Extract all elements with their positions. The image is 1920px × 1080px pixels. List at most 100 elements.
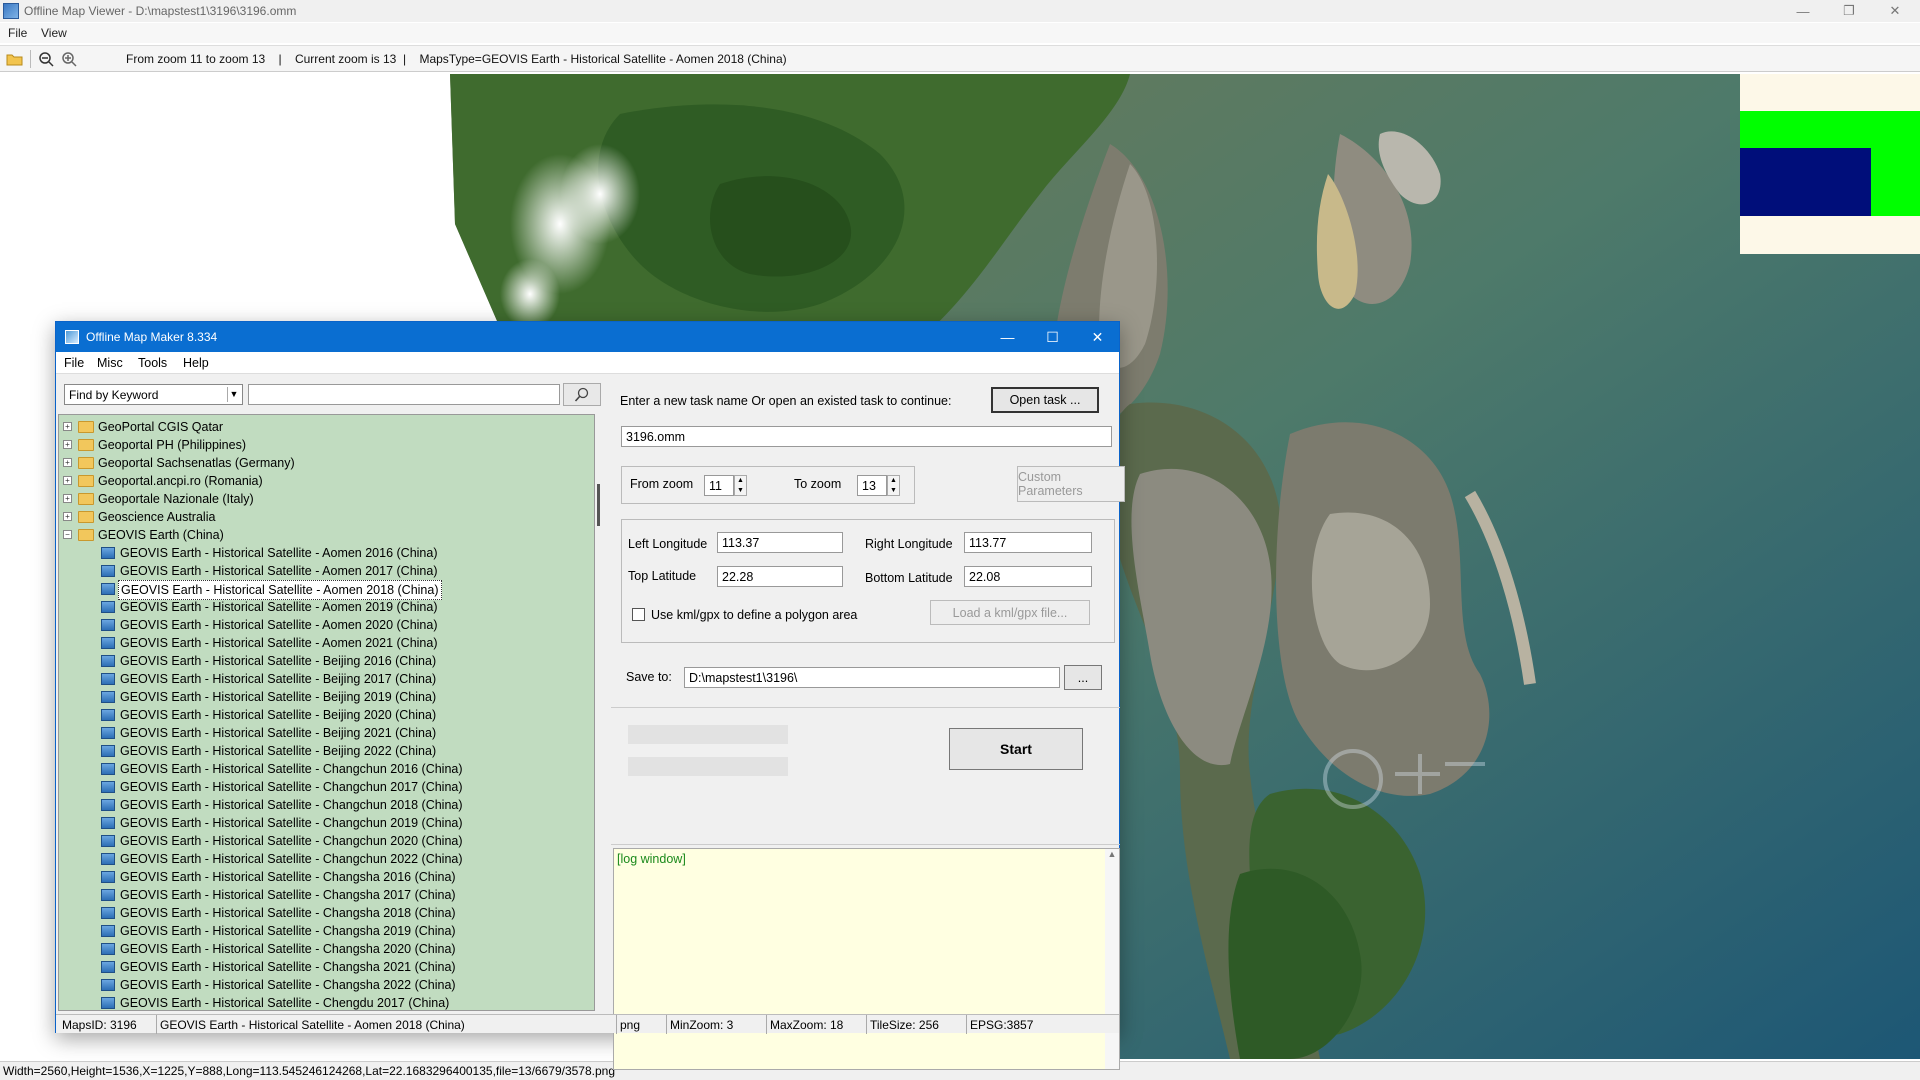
log-text: [log window] xyxy=(617,852,686,866)
maker-menu-file[interactable]: File xyxy=(64,356,84,370)
maker-menu-bar: File Misc Tools Help xyxy=(56,352,1119,374)
map-icon xyxy=(101,709,115,721)
tree-item[interactable]: GEOVIS Earth - Historical Satellite - Ch… xyxy=(59,904,589,922)
map-icon xyxy=(101,601,115,613)
tree-folder[interactable]: + GeoPortal CGIS Qatar xyxy=(59,418,589,436)
zoom-out-icon[interactable] xyxy=(38,51,55,67)
tree-item[interactable]: GEOVIS Earth - Historical Satellite - Be… xyxy=(59,670,589,688)
tree-item[interactable]: GEOVIS Earth - Historical Satellite - Ao… xyxy=(59,634,589,652)
tree-item[interactable]: GEOVIS Earth - Historical Satellite - Ch… xyxy=(59,976,589,994)
minimize-icon[interactable]: — xyxy=(1780,0,1826,22)
find-mode-select[interactable]: Find by Keyword ▼ xyxy=(64,384,243,405)
maker-close-icon[interactable]: ✕ xyxy=(1075,322,1120,352)
expand-icon[interactable]: + xyxy=(63,422,72,431)
kml-checkbox[interactable] xyxy=(632,608,645,621)
maker-menu-help[interactable]: Help xyxy=(183,356,209,370)
map-icon xyxy=(101,745,115,757)
maker-title-bar[interactable]: Offline Map Maker 8.334 — ☐ ✕ xyxy=(56,322,1119,352)
tree-folder[interactable]: + Geoportale Nazionale (Italy) xyxy=(59,490,589,508)
tree-folder-label: GEOVIS Earth (China) xyxy=(98,528,224,542)
tree-item[interactable]: GEOVIS Earth - Historical Satellite - Be… xyxy=(59,724,589,742)
map-icon xyxy=(101,691,115,703)
tree-item[interactable]: GEOVIS Earth - Historical Satellite - Ch… xyxy=(59,994,589,1010)
expand-icon[interactable]: + xyxy=(63,512,72,521)
tree-item[interactable]: GEOVIS Earth - Historical Satellite - Be… xyxy=(59,652,589,670)
menu-file[interactable]: File xyxy=(8,26,27,40)
save-to-label: Save to: xyxy=(626,670,672,684)
map-icon xyxy=(101,619,115,631)
top-latitude-label: Top Latitude xyxy=(628,569,697,583)
custom-parameters-button[interactable]: Custom Parameters xyxy=(1017,466,1125,502)
tree-scrollbar[interactable] xyxy=(597,414,602,1011)
from-zoom-field[interactable]: 11 xyxy=(704,475,734,496)
from-zoom-stepper[interactable]: ▲ ▼ xyxy=(734,475,747,496)
tree-item-label: GEOVIS Earth - Historical Satellite - Ao… xyxy=(120,546,438,560)
tree-folder[interactable]: + Geoportal PH (Philippines) xyxy=(59,436,589,454)
task-name-field[interactable]: 3196.omm xyxy=(621,426,1112,447)
folder-icon xyxy=(78,511,94,523)
tree-item[interactable]: GEOVIS Earth - Historical Satellite - Ao… xyxy=(59,544,589,562)
open-folder-icon[interactable] xyxy=(6,51,23,67)
tree-item[interactable]: GEOVIS Earth - Historical Satellite - Be… xyxy=(59,688,589,706)
tree-item-label: GEOVIS Earth - Historical Satellite - Ch… xyxy=(120,978,456,992)
tree-item[interactable]: GEOVIS Earth - Historical Satellite - Ch… xyxy=(59,778,589,796)
zoom-in-icon[interactable] xyxy=(61,51,78,67)
tree-folder[interactable]: + Geoportal.ancpi.ro (Romania) xyxy=(59,472,589,490)
to-zoom-field[interactable]: 13 xyxy=(857,475,887,496)
tree-item[interactable]: GEOVIS Earth - Historical Satellite - Ch… xyxy=(59,796,589,814)
tree-item[interactable]: GEOVIS Earth - Historical Satellite - Ch… xyxy=(59,832,589,850)
maker-menu-misc[interactable]: Misc xyxy=(97,356,123,370)
tree-folder[interactable]: + Geoportal Sachsenatlas (Germany) xyxy=(59,454,589,472)
tree-item[interactable]: GEOVIS Earth - Historical Satellite - Ao… xyxy=(59,580,589,600)
tree-item-label: GEOVIS Earth - Historical Satellite - Ao… xyxy=(118,580,442,600)
tree-item[interactable]: GEOVIS Earth - Historical Satellite - Ch… xyxy=(59,868,589,886)
maker-menu-tools[interactable]: Tools xyxy=(138,356,167,370)
expand-icon[interactable]: + xyxy=(63,494,72,503)
expand-icon[interactable]: + xyxy=(63,440,72,449)
map-source-tree[interactable]: + GeoPortal CGIS Qatar + Geoportal PH (Phil… xyxy=(58,414,595,1011)
maker-maximize-icon[interactable]: ☐ xyxy=(1030,322,1075,352)
search-button[interactable] xyxy=(563,383,601,406)
tree-item-label: GEOVIS Earth - Historical Satellite - Ao… xyxy=(120,600,438,614)
open-task-button[interactable]: Open task ... xyxy=(991,387,1099,413)
browse-button[interactable]: ... xyxy=(1064,665,1102,690)
bottom-latitude-field[interactable]: 22.08 xyxy=(964,566,1092,587)
log-scrollbar[interactable]: ▲ xyxy=(1105,849,1119,1069)
search-input[interactable] xyxy=(248,384,560,405)
tree-item-label: GEOVIS Earth - Historical Satellite - Ch… xyxy=(120,816,463,830)
tree-item[interactable]: GEOVIS Earth - Historical Satellite - Ch… xyxy=(59,760,589,778)
tree-item[interactable]: GEOVIS Earth - Historical Satellite - Ao… xyxy=(59,616,589,634)
tree-item[interactable]: GEOVIS Earth - Historical Satellite - Ch… xyxy=(59,886,589,904)
expand-icon[interactable]: + xyxy=(63,476,72,485)
tree-item[interactable]: GEOVIS Earth - Historical Satellite - Ch… xyxy=(59,958,589,976)
tree-item[interactable]: GEOVIS Earth - Historical Satellite - Ch… xyxy=(59,850,589,868)
tree-item[interactable]: GEOVIS Earth - Historical Satellite - Ch… xyxy=(59,940,589,958)
map-icon xyxy=(101,871,115,883)
save-to-field[interactable]: D:\mapstest1\3196\ xyxy=(684,667,1060,688)
tree-item[interactable]: GEOVIS Earth - Historical Satellite - Be… xyxy=(59,706,589,724)
tree-item[interactable]: GEOVIS Earth - Historical Satellite - Be… xyxy=(59,742,589,760)
tree-item-label: GEOVIS Earth - Historical Satellite - Ch… xyxy=(120,852,463,866)
tree-folder[interactable]: + Geoscience Australia xyxy=(59,508,589,526)
expand-icon[interactable]: + xyxy=(63,458,72,467)
load-kml-button[interactable]: Load a kml/gpx file... xyxy=(930,600,1090,625)
viewer-title: Offline Map Viewer - D:\mapstest1\3196\3… xyxy=(24,4,297,18)
menu-view[interactable]: View xyxy=(41,26,67,40)
tree-folder-open[interactable]: − GEOVIS Earth (China) xyxy=(59,526,589,544)
tree-item[interactable]: GEOVIS Earth - Historical Satellite - Ao… xyxy=(59,598,589,616)
left-longitude-field[interactable]: 113.37 xyxy=(717,532,843,553)
close-icon[interactable]: ✕ xyxy=(1872,0,1918,22)
right-longitude-field[interactable]: 113.77 xyxy=(964,532,1092,553)
tree-item[interactable]: GEOVIS Earth - Historical Satellite - Ao… xyxy=(59,562,589,580)
maker-minimize-icon[interactable]: — xyxy=(985,322,1030,352)
top-latitude-field[interactable]: 22.28 xyxy=(717,566,843,587)
chevron-down-icon[interactable]: ▼ xyxy=(227,387,240,402)
to-zoom-stepper[interactable]: ▲ ▼ xyxy=(887,475,900,496)
tree-item[interactable]: GEOVIS Earth - Historical Satellite - Ch… xyxy=(59,814,589,832)
collapse-icon[interactable]: − xyxy=(63,530,72,539)
search-icon xyxy=(574,387,589,402)
log-window[interactable]: [log window] ▲ xyxy=(613,848,1120,1070)
restore-icon[interactable]: ❐ xyxy=(1826,0,1872,22)
tree-item[interactable]: GEOVIS Earth - Historical Satellite - Ch… xyxy=(59,922,589,940)
start-button[interactable]: Start xyxy=(949,728,1083,770)
